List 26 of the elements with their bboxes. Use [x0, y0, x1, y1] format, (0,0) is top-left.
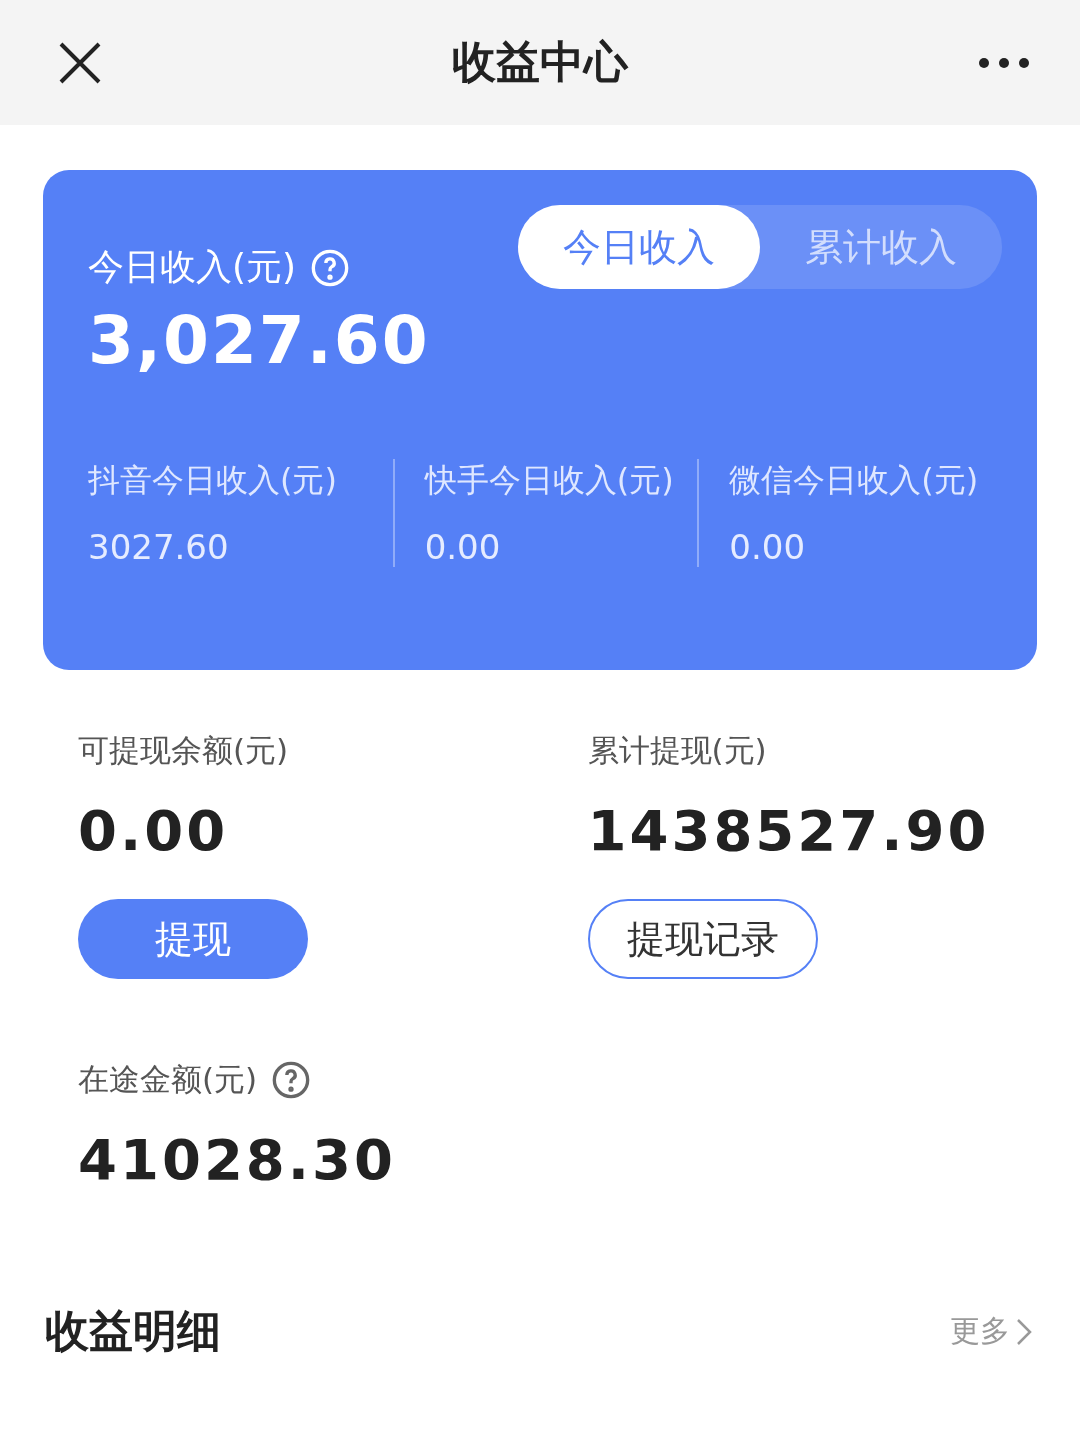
platform-value: 0.00 [424, 527, 502, 567]
transit-label: 在途金额(元) [78, 1060, 258, 1099]
help-icon[interactable] [271, 1060, 312, 1100]
balance-value: 0.00 [78, 798, 229, 863]
income-label: 今日收入(元) [88, 245, 297, 289]
close-icon[interactable] [58, 40, 102, 85]
platform-value: 3027.60 [88, 527, 230, 567]
platform-value: 0.00 [729, 527, 807, 567]
balance-label: 可提现余额(元) [78, 731, 289, 770]
platform-label: 抖音今日收入(元) [88, 460, 338, 501]
more-icon[interactable] [978, 56, 1030, 69]
period-tab[interactable]: 今日收入 [518, 205, 760, 289]
income-amount: 3,027.60 [88, 302, 431, 379]
transit-value: 41028.30 [78, 1127, 397, 1192]
help-icon[interactable] [310, 247, 351, 288]
balance-value: 1438527.90 [587, 798, 990, 863]
chevron-icon [1016, 1317, 1032, 1346]
section-title: 收益明细 [45, 1304, 221, 1358]
withdraw-button[interactable]: 提现 [78, 899, 308, 979]
records-button[interactable]: 提现记录 [587, 899, 818, 979]
platform-label: 快手今日收入(元) [424, 460, 675, 501]
balance-label: 累计提现(元) [587, 731, 767, 770]
more-link[interactable]: 更多 [950, 1311, 1032, 1352]
period-tab[interactable]: 累计收入 [760, 205, 1002, 289]
platform-label: 微信今日收入(元) [729, 460, 980, 501]
page-title: 收益中心 [452, 35, 628, 89]
